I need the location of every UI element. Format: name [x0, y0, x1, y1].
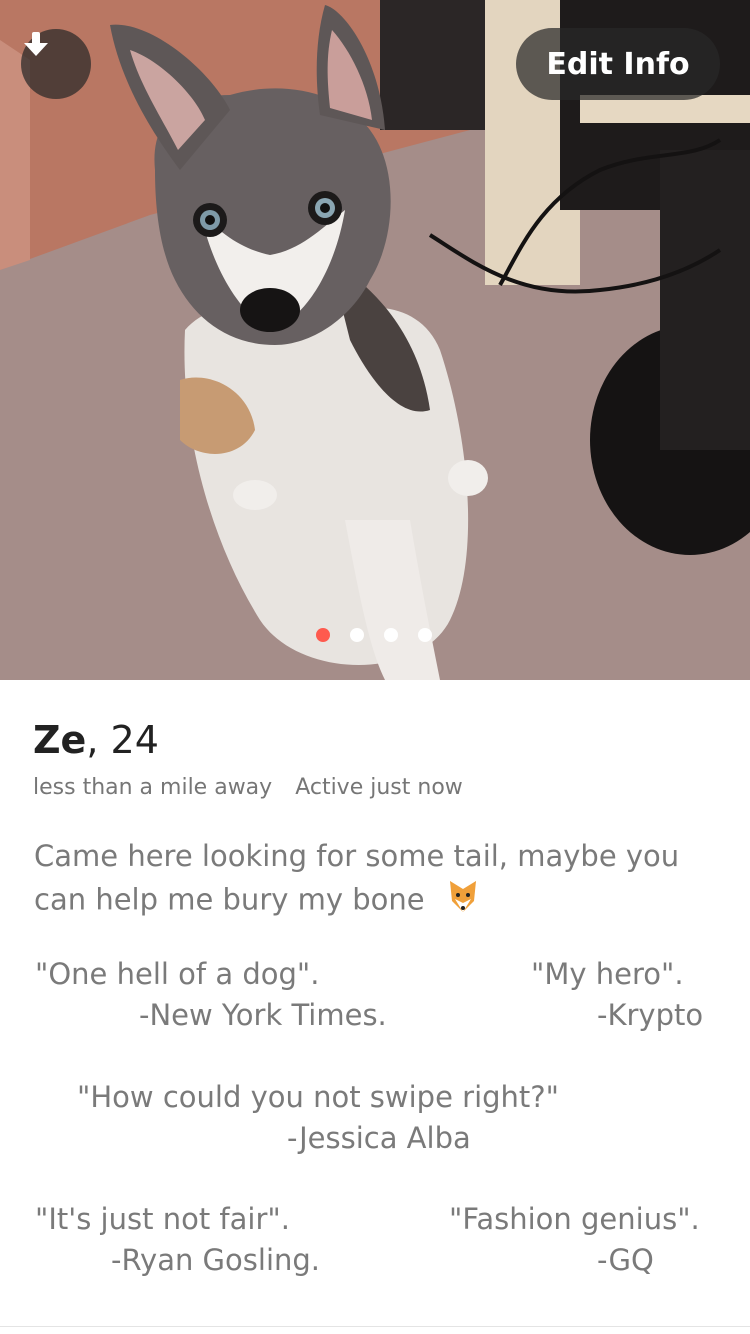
quote-1-author: -New York Times.	[139, 998, 387, 1032]
distance-text: less than a mile away	[33, 775, 273, 800]
name-separator: ,	[86, 718, 99, 762]
profile-meta: less than a mile away Active just now	[33, 775, 463, 800]
dog-photo-illustration	[0, 0, 750, 680]
quote-2-author: -Krypto	[597, 998, 704, 1032]
pager-dot-4[interactable]	[418, 628, 432, 642]
edit-info-button[interactable]: Edit Info	[516, 28, 720, 100]
profile-bio: Came here looking for some tail, maybe y…	[34, 836, 714, 926]
fox-emoji	[444, 877, 482, 926]
quote-5-author: -GQ	[597, 1243, 654, 1277]
pager-dot-2[interactable]	[350, 628, 364, 642]
quote-3: "How could you not swipe right?"	[77, 1080, 560, 1114]
quote-1: "One hell of a dog".	[35, 957, 320, 991]
quote-3-author: -Jessica Alba	[287, 1121, 471, 1155]
photo-pager	[316, 628, 432, 642]
bottom-divider	[0, 1326, 750, 1327]
quote-4-author: -Ryan Gosling.	[111, 1243, 321, 1277]
profile-name: Ze	[33, 718, 87, 762]
bio-text: Came here looking for some tail, maybe y…	[34, 839, 680, 917]
profile-age: 24	[110, 718, 159, 762]
quote-4: "It's just not fair".	[35, 1202, 290, 1236]
pager-dot-1[interactable]	[316, 628, 330, 642]
pager-dot-3[interactable]	[384, 628, 398, 642]
quote-2: "My hero".	[531, 957, 684, 991]
profile-photo[interactable]: Edit Info	[0, 0, 750, 680]
quote-5: "Fashion genius".	[449, 1202, 700, 1236]
activity-status: Active just now	[295, 775, 463, 800]
profile-name-age: Ze, 24	[33, 718, 159, 762]
download-button[interactable]	[21, 29, 91, 99]
